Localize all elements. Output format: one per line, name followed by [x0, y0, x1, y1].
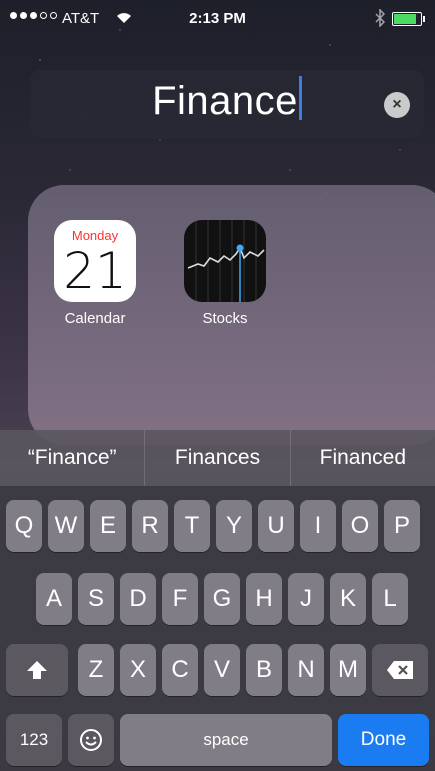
text-cursor — [298, 76, 302, 120]
calendar-icon-day: Monday — [71, 228, 119, 243]
key-q[interactable]: Q — [6, 500, 42, 552]
keyboard: Q W E R T Y U I O P A S D F G H J K L Z … — [0, 486, 435, 771]
key-f[interactable]: F — [162, 573, 198, 625]
key-z[interactable]: Z — [78, 644, 114, 696]
key-h[interactable]: H — [246, 573, 282, 625]
key-b[interactable]: B — [246, 644, 282, 696]
stocks-app-icon[interactable] — [184, 220, 266, 302]
result-app-calendar[interactable]: Monday 21 Calendar — [50, 220, 140, 327]
key-t[interactable]: T — [174, 500, 210, 552]
shift-key[interactable] — [6, 644, 68, 696]
key-v[interactable]: V — [204, 644, 240, 696]
key-w[interactable]: W — [48, 500, 84, 552]
bluetooth-icon — [375, 8, 386, 31]
key-l[interactable]: L — [372, 573, 408, 625]
app-label: Calendar — [64, 310, 126, 327]
app-label: Stocks — [202, 310, 248, 327]
shift-arrow-icon — [27, 661, 47, 679]
delete-key[interactable] — [372, 644, 428, 696]
emoji-key[interactable] — [68, 714, 114, 766]
clock: 2:13 PM — [189, 10, 246, 27]
key-m[interactable]: M — [330, 644, 366, 696]
backspace-icon — [387, 661, 413, 679]
calendar-icon-date: 21 — [63, 242, 127, 300]
key-e[interactable]: E — [90, 500, 126, 552]
space-key[interactable]: space — [120, 714, 332, 766]
predictive-text-bar: “Finance” Finances Financed — [0, 430, 435, 486]
key-x[interactable]: X — [120, 644, 156, 696]
key-c[interactable]: C — [162, 644, 198, 696]
result-app-stocks[interactable]: Stocks — [180, 220, 270, 327]
key-d[interactable]: D — [120, 573, 156, 625]
battery-fill — [394, 14, 417, 24]
key-p[interactable]: P — [384, 500, 420, 552]
key-k[interactable]: K — [330, 573, 366, 625]
search-results-panel: Monday 21 Calendar Stocks — [28, 185, 435, 445]
key-r[interactable]: R — [132, 500, 168, 552]
suggestion-literal[interactable]: “Finance” — [0, 430, 146, 486]
key-o[interactable]: O — [342, 500, 378, 552]
key-n[interactable]: N — [288, 644, 324, 696]
key-i[interactable]: I — [300, 500, 336, 552]
key-a[interactable]: A — [36, 573, 72, 625]
suggestion-financed[interactable]: Financed — [291, 430, 435, 486]
emoji-icon — [80, 729, 102, 751]
battery-icon — [392, 12, 425, 26]
status-bar: AT&T 2:13 PM — [0, 0, 435, 40]
numbers-key[interactable]: 123 — [6, 714, 62, 766]
clear-search-button[interactable]: × — [384, 92, 410, 118]
suggestion-finances[interactable]: Finances — [145, 430, 291, 486]
key-g[interactable]: G — [204, 573, 240, 625]
key-u[interactable]: U — [258, 500, 294, 552]
key-j[interactable]: J — [288, 573, 324, 625]
done-key[interactable]: Done — [338, 714, 429, 766]
search-input[interactable]: Finance — [152, 79, 298, 123]
key-s[interactable]: S — [78, 573, 114, 625]
search-field[interactable]: Finance × — [30, 70, 424, 138]
home-search-screen: AT&T 2:13 PM Finance × Monday 21 Calenda… — [0, 0, 435, 771]
key-y[interactable]: Y — [216, 500, 252, 552]
calendar-app-icon[interactable]: Monday 21 — [54, 220, 136, 302]
